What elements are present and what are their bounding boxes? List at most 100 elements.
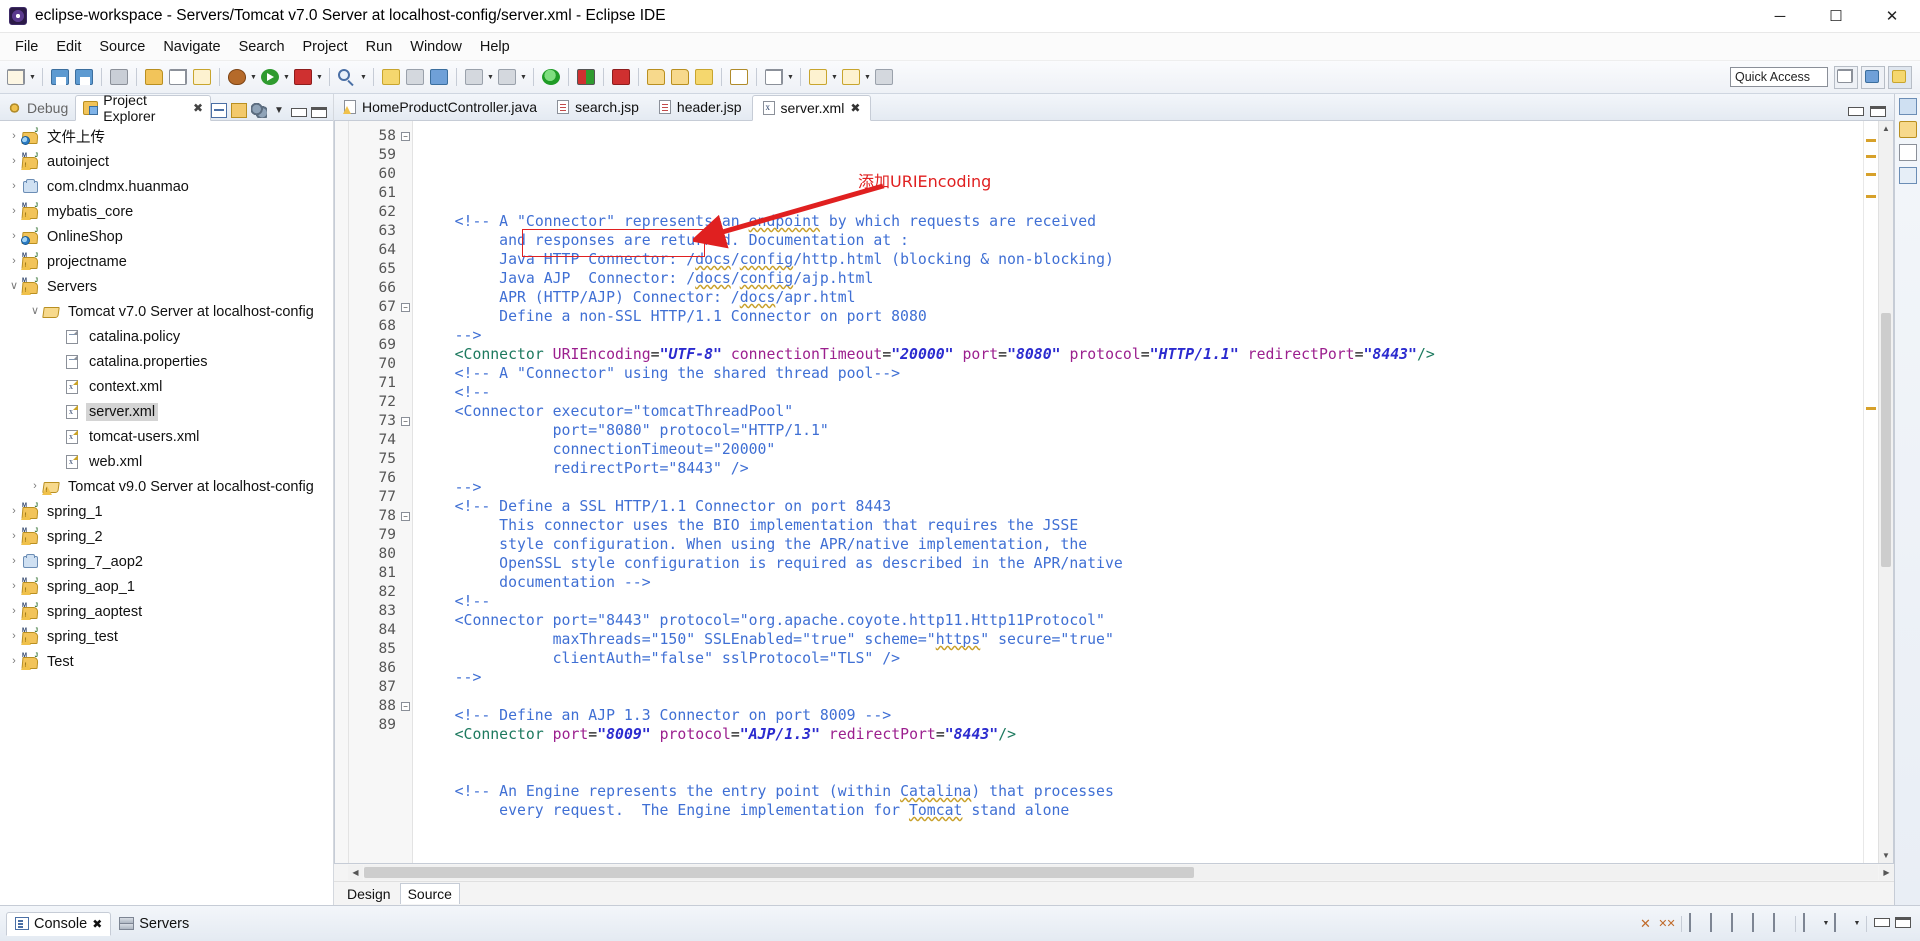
scroll-lock-icon[interactable] (1708, 913, 1727, 933)
palette-view-icon[interactable] (1898, 121, 1917, 138)
close-icon[interactable]: ✖ (92, 917, 102, 931)
tab-header-jsp[interactable]: header.jsp (649, 94, 752, 120)
menu-edit[interactable]: Edit (47, 36, 90, 58)
chevron-right-icon[interactable]: › (6, 581, 22, 592)
tree-item-spring-test[interactable]: ›MJ spring_test (0, 624, 333, 649)
view-menu-icon[interactable] (251, 103, 267, 118)
chevron-right-icon[interactable]: › (6, 606, 22, 617)
fold-toggle-icon[interactable]: − (401, 132, 410, 141)
tab-homeproductcontroller-java[interactable]: HomeProductController.java (334, 94, 547, 120)
tab-console[interactable]: Console ✖ (6, 911, 112, 936)
next-annotation-icon[interactable] (380, 66, 402, 88)
menu-project[interactable]: Project (294, 36, 357, 58)
tab-search-jsp[interactable]: search.jsp (547, 94, 649, 120)
project-tree[interactable]: ›J文件上传›MJautoinject›com.clndmx.huanmao›M… (0, 121, 333, 905)
tree-item-spring-1[interactable]: ›MJ spring_1 (0, 499, 333, 524)
tree-item-spring-aop-1[interactable]: ›MJ spring_aop_1 (0, 574, 333, 599)
code-text-area[interactable]: 添加URIEncoding <!-- A "Connector" represe… (413, 121, 1863, 863)
tree-item-projectname[interactable]: ›MJ projectname (0, 249, 333, 274)
perspective-java-ee-button[interactable] (1861, 65, 1885, 89)
fold-toggle-icon[interactable]: − (401, 512, 410, 521)
tag-icon[interactable] (807, 66, 829, 88)
menu-window[interactable]: Window (401, 36, 471, 58)
word-wrap-icon[interactable] (1729, 913, 1748, 933)
marker-gutter[interactable] (335, 121, 349, 863)
tree-item-web-xml[interactable]: web.xml (0, 449, 333, 474)
tab-server-xml[interactable]: server.xml ✖ (751, 95, 872, 121)
scroll-left-icon[interactable]: ◀ (348, 865, 363, 880)
tree-item-context-xml[interactable]: context.xml (0, 374, 333, 399)
chevron-right-icon[interactable]: › (6, 256, 22, 267)
overview-ruler[interactable] (1863, 121, 1878, 863)
quick-access[interactable]: Quick Access (1730, 67, 1828, 87)
tree-item-mybatis-core[interactable]: ›MJ mybatis_core (0, 199, 333, 224)
tree-item-spring-7-aop2[interactable]: › spring_7_aop2 (0, 549, 333, 574)
display-selected-console-icon[interactable] (1801, 913, 1820, 933)
open-type-icon[interactable] (645, 66, 667, 88)
search-dropdown-icon[interactable]: ▼ (359, 66, 368, 88)
menu-source[interactable]: Source (90, 36, 154, 58)
outline-view-icon[interactable] (1898, 98, 1917, 115)
scroll-up-icon[interactable]: ▲ (1879, 121, 1893, 136)
tree-item-autoinject[interactable]: ›MJ autoinject (0, 149, 333, 174)
folding-ruler[interactable]: − − − − − (399, 121, 413, 863)
print-icon[interactable] (108, 66, 130, 88)
minimize-button[interactable]: ─ (1752, 0, 1808, 33)
chevron-down-icon[interactable]: ∨ (27, 306, 43, 317)
editor-vertical-scrollbar[interactable]: ▲ ▼ (1878, 121, 1893, 863)
tab-project-explorer[interactable]: Project Explorer ✖ (75, 92, 211, 124)
chevron-right-icon[interactable]: › (6, 656, 22, 667)
close-icon[interactable]: ✖ (850, 101, 860, 115)
new-folder-icon[interactable] (143, 66, 165, 88)
previous-annotation-icon[interactable] (404, 66, 426, 88)
show-console-on-output-icon[interactable] (1750, 913, 1769, 933)
tab-source[interactable]: Source (399, 883, 460, 904)
chevron-right-icon[interactable]: › (6, 206, 22, 217)
tree-item-spring-aoptest[interactable]: ›MJ spring_aoptest (0, 599, 333, 624)
chevron-right-icon[interactable]: › (6, 181, 22, 192)
menu-run[interactable]: Run (357, 36, 402, 58)
forward-dropdown-icon[interactable]: ▼ (519, 66, 528, 88)
maximize-button[interactable]: ☐ (1808, 0, 1864, 33)
chevron-right-icon[interactable]: › (6, 131, 22, 142)
tree-item-tomcat-v9-0-server-at-localhost-config[interactable]: › Tomcat v9.0 Server at localhost-config (0, 474, 333, 499)
tab-design[interactable]: Design (340, 884, 398, 904)
pin-console-icon[interactable] (1771, 913, 1790, 933)
chevron-right-icon[interactable]: › (6, 631, 22, 642)
close-button[interactable]: ✕ (1864, 0, 1920, 33)
chevron-down-icon[interactable]: ▼ (1853, 914, 1861, 933)
tree-item-servers[interactable]: ∨MJ Servers (0, 274, 333, 299)
chevron-right-icon[interactable]: › (6, 506, 22, 517)
maximize-editor-icon[interactable] (1870, 106, 1886, 117)
collapse-all-icon[interactable] (211, 103, 227, 118)
toggle-breadcrumb-icon[interactable] (728, 66, 750, 88)
close-icon[interactable]: ✖ (193, 101, 203, 115)
chevron-right-icon[interactable]: › (6, 556, 22, 567)
menu-navigate[interactable]: Navigate (154, 36, 229, 58)
snippets-view-icon[interactable] (1898, 144, 1917, 161)
last-edit-location-icon[interactable] (428, 66, 450, 88)
fold-toggle-icon[interactable]: − (401, 702, 410, 711)
new-jsp-dropdown-icon[interactable]: ▼ (786, 66, 795, 88)
chevron-down-icon[interactable]: ∨ (6, 281, 22, 292)
minimize-view-icon[interactable] (291, 107, 307, 117)
editor-horizontal-scrollbar[interactable] (364, 865, 1878, 880)
tag2-dropdown-icon[interactable]: ▼ (863, 66, 872, 88)
maximize-view-icon[interactable] (311, 106, 327, 118)
debug-dropdown-icon[interactable]: ▼ (249, 66, 258, 88)
tree-item-catalina-policy[interactable]: catalina.policy (0, 324, 333, 349)
new-class-icon[interactable] (191, 66, 213, 88)
save-icon[interactable] (49, 66, 71, 88)
run-dropdown-icon[interactable]: ▼ (282, 66, 291, 88)
open-perspective-button[interactable] (1834, 65, 1858, 89)
save-all-icon[interactable] (73, 66, 95, 88)
stop-server-icon[interactable] (575, 66, 597, 88)
menu-help[interactable]: Help (471, 36, 519, 58)
tree-item-test[interactable]: ›MJ Test (0, 649, 333, 674)
tree-item-onlineshop[interactable]: › J OnlineShop (0, 224, 333, 249)
remove-launch-icon[interactable]: ✕ (1636, 914, 1655, 933)
quick-access-input[interactable]: Quick Access (1730, 67, 1828, 87)
scroll-down-icon[interactable]: ▼ (1879, 848, 1893, 863)
open-resource-icon[interactable] (669, 66, 691, 88)
terminate-icon[interactable] (1615, 914, 1634, 933)
